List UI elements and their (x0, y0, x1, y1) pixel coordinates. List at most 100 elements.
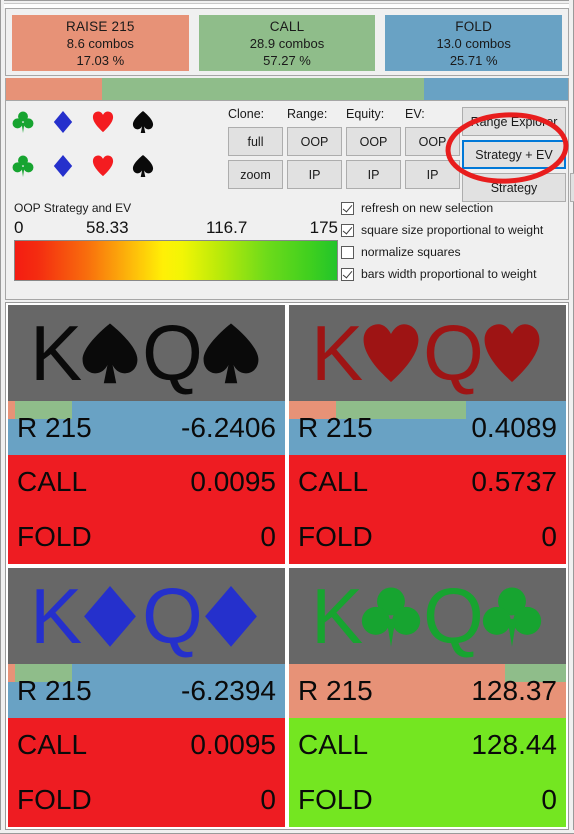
ev-tick-3: 175 (309, 218, 338, 237)
hand-ev-row: FOLD 0 (289, 509, 566, 564)
control-panel: Clone: Range: Equity: EV: full OOP OOP O… (5, 100, 574, 300)
checkbox-icon[interactable] (341, 245, 354, 259)
action-combos: 28.9 combos (249, 35, 325, 51)
club-icon (482, 587, 542, 647)
range-ip-button[interactable]: IP (287, 160, 342, 189)
hand-ev-value: 0 (260, 520, 276, 552)
hand-cell[interactable]: KQ R 215 -6.2394 CALL 0.0095 FOLD 0 (6, 566, 287, 829)
control-button-row-2: zoom IP IP IP (228, 160, 464, 193)
heart-icon (484, 323, 540, 382)
card-rank: K (311, 309, 364, 397)
weight-bar-segment (423, 78, 568, 100)
equity-oop-button[interactable]: OOP (346, 127, 401, 156)
checkbox-label: normalize squares (361, 245, 461, 259)
view-mode-row-2: Strategy + EV (462, 140, 574, 173)
ev-gradient-bar (14, 240, 338, 281)
diamond-icon[interactable] (52, 154, 74, 178)
card-rank: K (311, 572, 364, 660)
ev-oop-button[interactable]: OOP (405, 127, 460, 156)
equity-ip-button[interactable]: IP (346, 160, 401, 189)
hand-ev-action: FOLD (298, 783, 373, 815)
diamond-icon (204, 585, 257, 647)
hand-ev-value: 0 (260, 783, 276, 815)
ev-tick-2: 116.7 (206, 218, 248, 237)
checkbox-icon[interactable] (341, 201, 354, 215)
action-name: RAISE 215 (66, 18, 135, 34)
checkbox-row[interactable]: refresh on new selection (341, 197, 543, 219)
solver-window: RAISE 215 8.6 combos 17.03 % CALL 28.9 c… (0, 0, 574, 834)
hand-ev-action: R 215 (17, 675, 92, 707)
hand-ev-action: FOLD (17, 783, 92, 815)
diamond-icon[interactable] (52, 110, 74, 134)
hand-ev-value: 0.4089 (471, 412, 557, 444)
range-explorer-button[interactable]: Range Explorer (462, 107, 566, 136)
hand-cell[interactable]: K Q R 215 128.37 CALL 128.44 FOLD 0 (287, 566, 568, 829)
clone-zoom-button[interactable]: zoom (228, 160, 283, 189)
hand-ev-row: CALL 0.0095 (8, 455, 285, 510)
club-icon[interactable] (12, 154, 34, 178)
hand-ev-action: CALL (298, 466, 369, 498)
heart-icon[interactable] (92, 110, 114, 134)
action-summary-call[interactable]: CALL 28.9 combos 57.27 % (198, 15, 376, 71)
control-button-grid: full OOP OOP OOP zoom IP IP IP (228, 127, 464, 193)
action-percent: 25.71 % (449, 52, 498, 68)
action-summary-fold[interactable]: FOLD 13.0 combos 25.71 % (385, 15, 563, 71)
strategy-bar-segment (8, 401, 15, 419)
ev-ip-button[interactable]: IP (405, 160, 460, 189)
action-percent: 17.03 % (76, 52, 125, 68)
checkbox-label: square size proportional to weight (361, 223, 544, 237)
hand-ev-row: FOLD 0 (8, 772, 285, 827)
checkbox-icon[interactable] (341, 223, 354, 237)
range-oop-button[interactable]: OOP (287, 127, 342, 156)
suit-filter-rows (12, 109, 154, 197)
card-rank: K (30, 572, 83, 660)
club-icon[interactable] (12, 110, 34, 134)
display-options-checkboxes: refresh on new selection square size prop… (341, 197, 543, 285)
hand-ev-rows: R 215 128.37 CALL 128.44 FOLD 0 (289, 664, 566, 827)
ev-scale-title: OOP Strategy and EV (14, 201, 132, 215)
action-summary-raise[interactable]: RAISE 215 8.6 combos 17.03 % (12, 15, 189, 71)
hand-ev-value: 0 (541, 520, 557, 552)
collapse-panel-button[interactable]: < (570, 173, 574, 202)
hand-ev-action: R 215 (17, 412, 92, 444)
hand-ev-value: 0 (541, 783, 557, 815)
hand-ev-row: CALL 0.0095 (8, 718, 285, 773)
hand-ev-row: CALL 128.44 (289, 718, 566, 773)
strategy-ev-button[interactable]: Strategy + EV (462, 140, 566, 169)
action-name: CALL (269, 18, 305, 34)
hand-cards: KQ (30, 577, 263, 655)
hand-ev-row: CALL 0.5737 (289, 455, 566, 510)
clone-full-button[interactable]: full (228, 127, 283, 156)
hand-ev-value: -6.2394 (181, 675, 276, 707)
hand-ev-rows: R 215 0.4089 CALL 0.5737 FOLD 0 (289, 401, 566, 564)
spade-icon[interactable] (132, 154, 154, 178)
label-range: Range: (287, 107, 328, 121)
window-top-chrome (0, 0, 574, 8)
checkbox-icon[interactable] (341, 267, 354, 281)
checkbox-row[interactable]: normalize squares (341, 241, 543, 263)
hand-ev-action: R 215 (298, 412, 373, 444)
spade-icon[interactable] (132, 110, 154, 134)
hand-ev-action: FOLD (17, 520, 92, 552)
hand-ev-action: FOLD (298, 520, 373, 552)
action-name: FOLD (455, 18, 493, 34)
hand-ev-row: FOLD 0 (289, 772, 566, 827)
hand-ev-value: 128.37 (471, 675, 557, 707)
hand-ev-value: 0.5737 (471, 466, 557, 498)
checkbox-row[interactable]: square size proportional to weight (341, 219, 543, 241)
hand-ev-value: 128.44 (471, 729, 557, 761)
hand-cell-header: K Q (289, 568, 566, 664)
hand-cell[interactable]: KQ R 215 -6.2406 CALL 0.0095 FOLD 0 (6, 303, 287, 566)
heart-icon[interactable] (92, 154, 114, 178)
suit-filter-row-1 (12, 109, 154, 135)
hand-cell-header: KQ (8, 568, 285, 664)
card-rank: Q (423, 572, 484, 660)
ev-scale-ticks: 0 58.33 116.7 175 (14, 218, 338, 240)
action-combos: 13.0 combos (436, 35, 511, 51)
ev-tick-1: 58.33 (86, 218, 129, 237)
hand-ev-value: 0.0095 (190, 466, 276, 498)
hand-cell-header: KQ (8, 305, 285, 401)
checkbox-row[interactable]: bars width proportional to weight (341, 263, 543, 285)
hand-cell[interactable]: KQ R 215 0.4089 CALL 0.5737 FOLD 0 (287, 303, 568, 566)
view-mode-row-1: Range Explorer (462, 107, 574, 140)
